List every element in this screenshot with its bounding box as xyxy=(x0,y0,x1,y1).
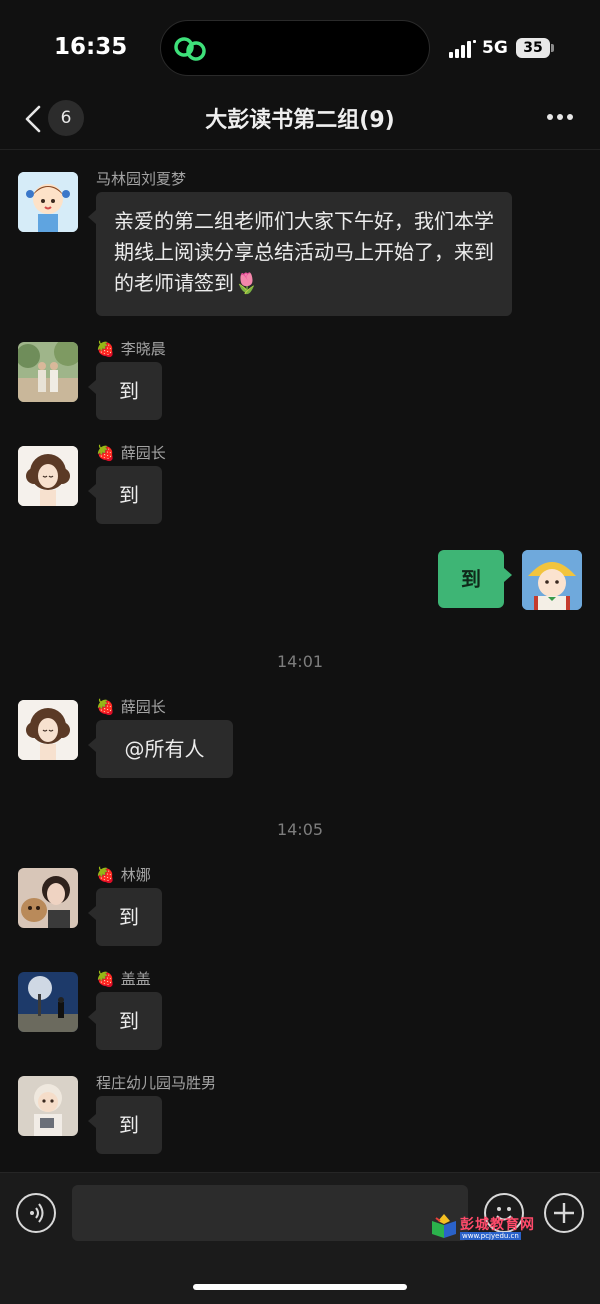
dynamic-island xyxy=(160,20,430,76)
sender-name: 🍓 薛园长 xyxy=(96,442,166,463)
signal-icon xyxy=(449,40,476,58)
sender-name: 🍓 盖盖 xyxy=(96,968,151,989)
message-item: 🍓 薛园长 @所有人 xyxy=(0,694,600,784)
message-bubble-self[interactable]: 到 xyxy=(438,550,504,608)
strawberry-icon: 🍓 xyxy=(96,970,115,988)
message-bubble[interactable]: 到 xyxy=(96,888,162,946)
cartoon-girl-avatar-icon xyxy=(18,172,78,232)
strawberry-icon: 🍓 xyxy=(96,866,115,884)
voice-icon xyxy=(30,1203,44,1223)
strawberry-icon: 🍓 xyxy=(96,444,115,462)
strawberry-icon: 🍓 xyxy=(96,340,115,358)
status-time: 16:35 xyxy=(54,34,128,60)
avatar-cartoon-girl[interactable] xyxy=(18,172,78,232)
bubble-tail xyxy=(88,906,96,920)
message-bubble[interactable]: 到 xyxy=(96,1096,162,1154)
message-bubble[interactable]: 到 xyxy=(96,466,162,524)
battery-tip xyxy=(551,44,554,52)
cartoon-boy-avatar-icon xyxy=(522,550,582,610)
avatar-photo-woman-dog[interactable] xyxy=(18,868,78,928)
chat-title: 大彭读书第二组(9) xyxy=(205,108,395,133)
message-bubble[interactable]: @所有人 xyxy=(96,720,233,778)
back-icon[interactable] xyxy=(22,104,44,134)
strawberry-icon: 🍓 xyxy=(96,698,115,716)
photo-couple-avatar-icon xyxy=(18,342,78,402)
bubble-tail xyxy=(88,380,96,394)
message-item: 🍓 盖盖 到 xyxy=(0,966,600,1056)
sender-name-text: 李晓晨 xyxy=(120,340,166,358)
photo-baby-avatar-icon xyxy=(18,1076,78,1136)
status-bar: 16:35 5G 35 xyxy=(0,0,600,96)
timestamp: 14:05 xyxy=(276,820,324,839)
message-text: 到 xyxy=(119,483,139,507)
more-icon[interactable] xyxy=(546,112,574,122)
message-input[interactable] xyxy=(72,1185,468,1241)
bubble-tail xyxy=(88,738,96,752)
watermark-name: 彭城教育网 xyxy=(460,1217,535,1233)
avatar-photo-night-tree[interactable] xyxy=(18,972,78,1032)
plus-button[interactable] xyxy=(544,1193,584,1233)
home-indicator[interactable] xyxy=(193,1284,407,1290)
message-text: 到 xyxy=(119,1009,139,1033)
unread-count-badge[interactable]: 6 xyxy=(48,100,84,136)
curly-hair-avatar-icon xyxy=(18,700,78,760)
sender-name-text: 林娜 xyxy=(120,866,151,884)
sender-name-text: 薛园长 xyxy=(120,698,166,716)
message-item: 程庄幼儿园马胜男 到 xyxy=(0,1070,600,1160)
sender-name: 🍓 薛园长 xyxy=(96,696,166,717)
sender-name: 🍓 林娜 xyxy=(96,864,151,885)
link-icon xyxy=(174,37,206,61)
message-text: @所有人 xyxy=(124,737,205,761)
watermark-logo: 彭城教育网 www.pcjyedu.cn xyxy=(430,1213,546,1241)
sender-name: 程庄幼儿园马胜男 xyxy=(96,1072,216,1093)
sender-name-text: 盖盖 xyxy=(120,970,151,988)
message-bubble[interactable]: 到 xyxy=(96,992,162,1050)
watermark-url: www.pcjyedu.cn xyxy=(460,1232,521,1240)
book-logo-icon xyxy=(432,1214,456,1238)
message-bubble[interactable]: 到 xyxy=(96,362,162,420)
battery-icon: 35 xyxy=(516,38,550,58)
sender-name: 🍓 李晓晨 xyxy=(96,338,166,359)
sender-name-text: 马林园刘夏梦 xyxy=(96,170,187,188)
bubble-tail xyxy=(88,1010,96,1024)
network-type: 5G xyxy=(482,38,508,58)
plus-icon xyxy=(554,1203,574,1223)
avatar-cartoon-boy[interactable] xyxy=(522,550,582,610)
photo-night-tree-avatar-icon xyxy=(18,972,78,1032)
bubble-tail xyxy=(88,210,96,224)
message-text: 到 xyxy=(119,1113,139,1137)
message-text: 到 xyxy=(119,905,139,929)
bubble-tail xyxy=(504,568,512,582)
message-item-self: 到 xyxy=(0,546,600,616)
timestamp: 14:01 xyxy=(276,652,324,671)
avatar-photo-baby[interactable] xyxy=(18,1076,78,1136)
message-text: 到 xyxy=(119,379,139,403)
photo-woman-dog-avatar-icon xyxy=(18,868,78,928)
sender-name-text: 薛园长 xyxy=(120,444,166,462)
bubble-tail xyxy=(88,1114,96,1128)
avatar-curly-hair-woman[interactable] xyxy=(18,446,78,506)
curly-hair-avatar-icon xyxy=(18,446,78,506)
avatar-curly-hair-woman[interactable] xyxy=(18,700,78,760)
message-item: 马林园刘夏梦 亲爱的第二组老师们大家下午好，我们本学期线上阅读分享总结活动马上开… xyxy=(0,166,600,326)
sender-name: 马林园刘夏梦 xyxy=(96,168,186,189)
bubble-tail xyxy=(88,484,96,498)
message-item: 🍓 李晓晨 到 xyxy=(0,336,600,426)
message-item: 🍓 林娜 到 xyxy=(0,862,600,952)
sender-name-text: 程庄幼儿园马胜男 xyxy=(96,1074,217,1092)
message-text: 到 xyxy=(461,567,481,591)
message-text: 亲爱的第二组老师们大家下午好，我们本学期线上阅读分享总结活动马上开始了，来到的老… xyxy=(114,209,494,295)
chat-nav-bar: 大彭读书第二组(9) 6 xyxy=(0,96,600,150)
tulip-emoji: 🌷 xyxy=(234,271,259,295)
voice-button[interactable] xyxy=(16,1193,56,1233)
avatar-photo-couple[interactable] xyxy=(18,342,78,402)
message-bubble[interactable]: 亲爱的第二组老师们大家下午好，我们本学期线上阅读分享总结活动马上开始了，来到的老… xyxy=(96,192,512,316)
message-item: 🍓 薛园长 到 xyxy=(0,440,600,530)
